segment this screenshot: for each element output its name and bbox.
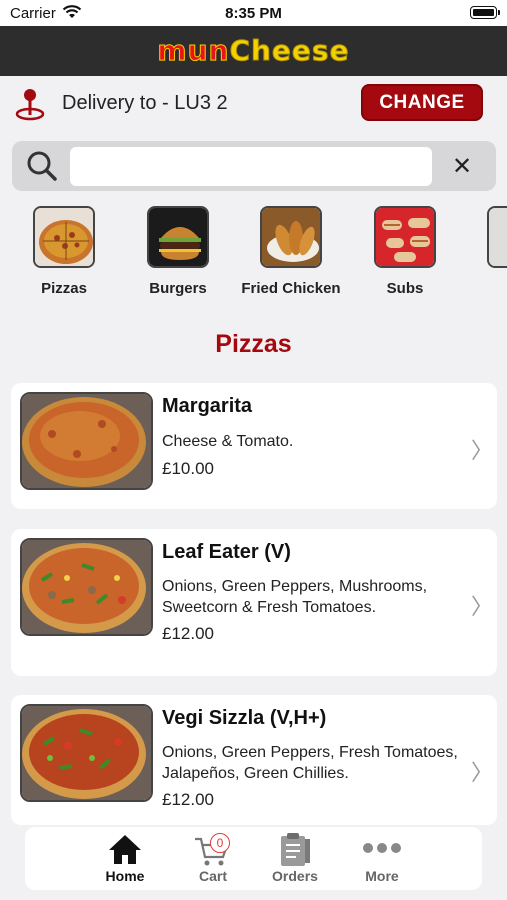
item-description: Onions, Green Peppers, Mushrooms, Sweetc… — [162, 578, 428, 616]
item-price: £10.00 — [162, 459, 214, 478]
burgers-thumbnail — [147, 206, 209, 268]
bottom-tab-bar: Home 0 Cart Orders More — [25, 827, 482, 890]
vegi-sizzla-pizza-image — [20, 704, 153, 802]
chevron-right-icon: 〉 — [470, 438, 493, 463]
margarita-pizza-image — [20, 392, 153, 490]
item-price: £12.00 — [162, 790, 214, 809]
category-label: Pizzas — [41, 280, 87, 297]
tab-home[interactable]: Home — [85, 827, 165, 890]
location-pin-icon — [14, 86, 46, 127]
tab-label: Orders — [272, 868, 318, 884]
chevron-right-icon: 〉 — [470, 760, 493, 785]
category-carousel[interactable]: Pizzas Burgers Fried Chicken Subs — [0, 200, 507, 310]
status-bar: Carrier 8:35 PM — [0, 0, 507, 26]
menu-item-card[interactable]: Vegi Sizzla (V,H+) Onions, Green Peppers… — [11, 695, 497, 825]
pizzas-thumbnail — [33, 206, 95, 268]
more-dots-icon — [362, 841, 402, 860]
chevron-right-icon: 〉 — [470, 594, 493, 619]
category-subs[interactable]: Subs — [350, 206, 460, 297]
sides-thumbnail — [487, 206, 507, 268]
category-sides[interactable]: Si — [463, 206, 507, 297]
category-label: Burgers — [149, 280, 207, 297]
item-name: Leaf Eater (V) — [162, 541, 291, 563]
fried-chicken-thumbnail — [260, 206, 322, 268]
delivery-address-label: Delivery to - LU3 2 — [62, 92, 228, 114]
category-burgers[interactable]: Burgers — [123, 206, 233, 297]
item-description: Onions, Green Peppers, Fresh Tomatoes, J… — [162, 744, 458, 782]
app-header: munCheese — [0, 26, 507, 76]
item-price: £12.00 — [162, 624, 214, 643]
tab-label: Cart — [198, 868, 227, 884]
tab-label: More — [365, 868, 399, 884]
clear-search-icon[interactable]: ✕ — [452, 155, 472, 179]
subs-thumbnail — [374, 206, 436, 268]
menu-item-card[interactable]: Margarita Cheese & Tomato. £10.00 〉 — [11, 383, 497, 509]
orders-clipboard-icon — [278, 831, 312, 872]
search-icon[interactable] — [26, 150, 58, 187]
leaf-eater-pizza-image — [20, 538, 153, 636]
tab-orders[interactable]: Orders — [255, 827, 335, 890]
home-icon — [107, 832, 143, 871]
item-description: Cheese & Tomato. — [162, 433, 294, 450]
munchese-logo: munCheese — [157, 34, 350, 67]
tab-label: Home — [105, 868, 145, 884]
category-pizzas[interactable]: Pizzas — [9, 206, 119, 297]
category-label: Si — [463, 280, 507, 297]
search-input[interactable] — [70, 147, 432, 186]
section-title: Pizzas — [215, 330, 292, 358]
category-label: Fried Chicken — [241, 280, 341, 297]
tab-more[interactable]: More — [342, 827, 422, 890]
item-name: Margarita — [162, 395, 253, 417]
tab-cart[interactable]: 0 Cart — [173, 827, 253, 890]
clock: 8:35 PM — [225, 5, 282, 22]
change-address-button[interactable]: CHANGE — [361, 84, 483, 121]
category-fried-chicken[interactable]: Fried Chicken — [236, 206, 346, 297]
menu-item-card[interactable]: Leaf Eater (V) Onions, Green Peppers, Mu… — [11, 529, 497, 676]
battery-icon — [470, 6, 500, 19]
category-label: Subs — [386, 280, 424, 297]
item-name: Vegi Sizzla (V,H+) — [162, 707, 327, 729]
cart-count-badge: 0 — [210, 833, 230, 853]
